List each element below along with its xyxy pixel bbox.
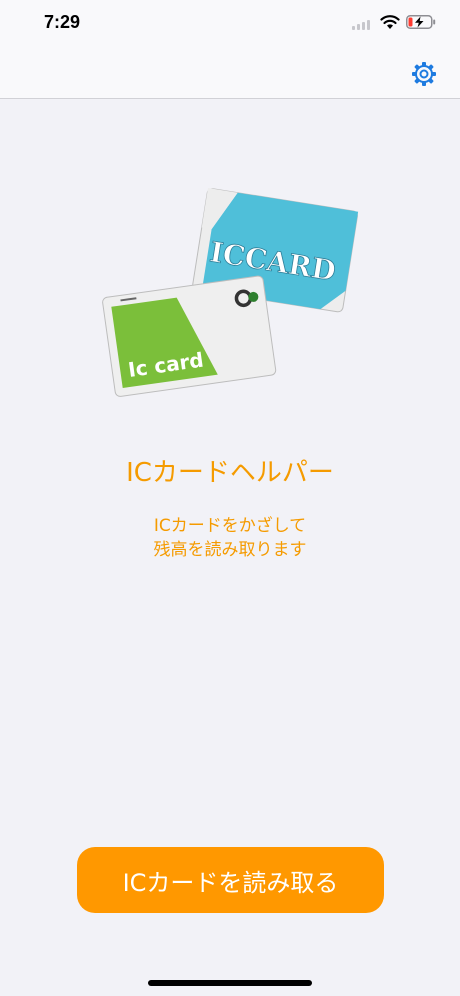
ic-card-illustration: ICCARD Ic card bbox=[102, 188, 359, 397]
instruction-text: ICカードをかざして 残高を読み取ります bbox=[0, 514, 460, 562]
front-card-image: Ic card bbox=[102, 275, 277, 397]
instruction-line-2: 残高を読み取ります bbox=[153, 540, 307, 560]
app-title: ICカードヘルパー bbox=[126, 458, 334, 488]
home-indicator[interactable] bbox=[148, 980, 312, 986]
status-time: 7:29 bbox=[44, 12, 81, 32]
instruction-line-1: ICカードをかざして bbox=[153, 516, 307, 536]
navigation-bar bbox=[0, 50, 460, 99]
status-bar: 7:29 bbox=[0, 0, 460, 50]
battery-charging-icon bbox=[406, 15, 436, 29]
cellular-signal-icon bbox=[352, 20, 374, 30]
gear-icon[interactable] bbox=[411, 61, 437, 87]
wifi-icon bbox=[380, 15, 400, 29]
read-ic-card-button[interactable]: ICカードを読み取る bbox=[77, 847, 384, 913]
